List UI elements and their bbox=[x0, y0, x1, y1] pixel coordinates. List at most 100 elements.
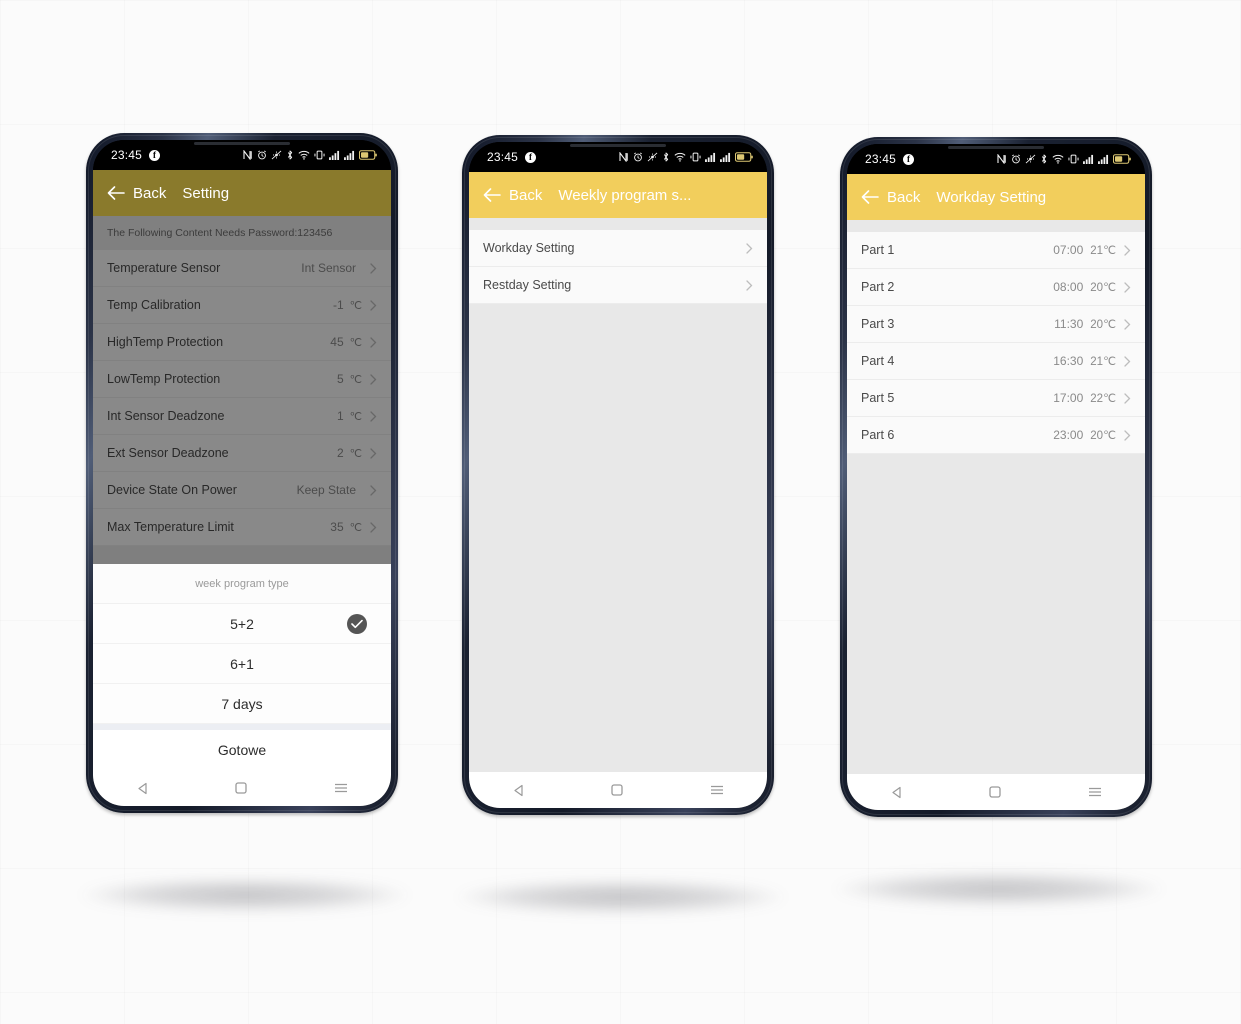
chevron-right-icon bbox=[1124, 429, 1131, 441]
phone-device-workday-setting: 23:45 f Back Workday Setting Part 1 07:0… bbox=[840, 137, 1152, 817]
bluetooth-icon bbox=[286, 150, 294, 160]
table-row[interactable]: Part 5 17:00 22℃ bbox=[847, 380, 1145, 417]
phone-shadow-2 bbox=[456, 880, 786, 914]
signal-2-icon bbox=[344, 150, 355, 160]
alarm-icon bbox=[1011, 154, 1021, 164]
sheet-option-label: 5+2 bbox=[230, 615, 254, 632]
chevron-right-icon bbox=[1124, 355, 1131, 367]
nav-home-icon[interactable] bbox=[989, 786, 1002, 798]
alarm-icon bbox=[257, 150, 267, 160]
week-program-type-sheet: week program type 5+2 6+1 7 days Gotowe bbox=[93, 564, 391, 770]
row-label: Part 3 bbox=[861, 317, 895, 331]
table-row[interactable]: Part 1 07:00 21℃ bbox=[847, 232, 1145, 269]
phone-screen-weekly-program: 23:45 f Back Weekly program s... Workday… bbox=[469, 142, 767, 808]
row-time: 17:00 bbox=[1053, 391, 1084, 405]
row-label: Part 6 bbox=[861, 428, 895, 442]
status-clock: 23:45 bbox=[865, 152, 897, 166]
nav-back-icon[interactable] bbox=[136, 782, 149, 795]
row-label: Workday Setting bbox=[483, 241, 575, 255]
signal-1-icon bbox=[329, 150, 340, 160]
facebook-icon: f bbox=[903, 153, 915, 165]
row-label: Part 1 bbox=[861, 243, 895, 257]
row-label: Part 5 bbox=[861, 391, 895, 405]
nfc-icon bbox=[997, 154, 1007, 164]
list-item[interactable]: Workday Setting bbox=[469, 230, 767, 267]
table-row[interactable]: Part 3 11:30 20℃ bbox=[847, 306, 1145, 343]
nav-home-icon[interactable] bbox=[611, 784, 624, 796]
wifi-icon bbox=[298, 150, 310, 160]
nav-back-icon[interactable] bbox=[512, 784, 525, 797]
app-header-settings: Back Setting bbox=[93, 170, 391, 216]
app-header-weekly-program: Back Weekly program s... bbox=[469, 172, 767, 218]
chevron-right-icon bbox=[1124, 392, 1131, 404]
battery-icon bbox=[1113, 154, 1131, 164]
row-time: 08:00 bbox=[1053, 280, 1084, 294]
back-button[interactable]: Back bbox=[483, 187, 542, 204]
workday-parts-list: Part 1 07:00 21℃ Part 2 08:00 20℃ Part 3… bbox=[847, 232, 1145, 454]
row-time: 11:30 bbox=[1054, 317, 1084, 331]
back-button[interactable]: Back bbox=[861, 189, 920, 206]
back-button[interactable]: Back bbox=[107, 185, 166, 202]
status-clock: 23:45 bbox=[487, 150, 519, 164]
signal-1-icon bbox=[1083, 154, 1094, 164]
nav-home-icon[interactable] bbox=[235, 782, 248, 794]
facebook-icon: f bbox=[525, 151, 537, 163]
nfc-icon bbox=[243, 150, 253, 160]
row-label: Restday Setting bbox=[483, 278, 572, 292]
sheet-option-5plus2[interactable]: 5+2 bbox=[93, 604, 391, 644]
chevron-right-icon bbox=[746, 242, 753, 254]
nav-recents-icon[interactable] bbox=[334, 782, 348, 794]
battery-icon bbox=[359, 150, 377, 160]
sheet-option-label: 7 days bbox=[221, 695, 263, 712]
phone-screen-workday-setting: 23:45 f Back Workday Setting Part 1 07:0… bbox=[847, 144, 1145, 810]
nav-recents-icon[interactable] bbox=[710, 784, 724, 796]
page-title: Setting bbox=[182, 184, 230, 202]
row-label: Part 2 bbox=[861, 280, 895, 294]
row-temp: 20℃ bbox=[1090, 430, 1116, 442]
signal-2-icon bbox=[1098, 154, 1109, 164]
arrow-left-icon bbox=[107, 186, 125, 200]
sheet-option-7days[interactable]: 7 days bbox=[93, 684, 391, 724]
table-row[interactable]: Part 4 16:30 21℃ bbox=[847, 343, 1145, 380]
workday-setting-body: Part 1 07:00 21℃ Part 2 08:00 20℃ Part 3… bbox=[847, 220, 1145, 774]
back-label: Back bbox=[133, 184, 167, 202]
system-nav-bar bbox=[93, 770, 391, 806]
sheet-option-label: 6+1 bbox=[230, 655, 254, 672]
arrow-left-icon bbox=[483, 188, 501, 202]
bluetooth-icon bbox=[1040, 154, 1048, 164]
app-header-workday-setting: Back Workday Setting bbox=[847, 174, 1145, 220]
vibrate-icon bbox=[314, 150, 325, 160]
row-time: 23:00 bbox=[1053, 428, 1084, 442]
done-button[interactable]: Gotowe bbox=[93, 730, 391, 770]
battery-icon bbox=[735, 152, 753, 162]
row-temp: 20℃ bbox=[1090, 282, 1116, 294]
weekly-program-body: Workday Setting Restday Setting bbox=[469, 218, 767, 772]
nav-recents-icon[interactable] bbox=[1088, 786, 1102, 798]
bluetooth-icon bbox=[662, 152, 670, 162]
system-nav-bar bbox=[847, 774, 1145, 810]
back-label: Back bbox=[509, 186, 543, 204]
list-item[interactable]: Restday Setting bbox=[469, 267, 767, 304]
chevron-right-icon bbox=[1124, 318, 1131, 330]
row-temp: 22℃ bbox=[1090, 393, 1116, 405]
list-top-gap bbox=[469, 218, 767, 230]
wifi-icon bbox=[1052, 154, 1064, 164]
location-off-icon bbox=[271, 150, 282, 160]
facebook-icon: f bbox=[149, 149, 161, 161]
chevron-right-icon bbox=[1124, 244, 1131, 256]
row-time: 16:30 bbox=[1053, 354, 1084, 368]
sheet-option-6plus1[interactable]: 6+1 bbox=[93, 644, 391, 684]
table-row[interactable]: Part 6 23:00 20℃ bbox=[847, 417, 1145, 454]
speaker-slit-icon bbox=[570, 144, 666, 147]
nav-back-icon[interactable] bbox=[890, 786, 903, 799]
location-off-icon bbox=[647, 152, 658, 162]
sheet-title: week program type bbox=[93, 564, 391, 604]
phone-device-weekly-program: 23:45 f Back Weekly program s... Workday… bbox=[462, 135, 774, 815]
row-temp: 21℃ bbox=[1090, 245, 1116, 257]
phone-screen-settings: 23:45 f Back Setting The Following Conte… bbox=[93, 140, 391, 806]
table-row[interactable]: Part 2 08:00 20℃ bbox=[847, 269, 1145, 306]
status-clock: 23:45 bbox=[111, 148, 143, 162]
nfc-icon bbox=[619, 152, 629, 162]
alarm-icon bbox=[633, 152, 643, 162]
location-off-icon bbox=[1025, 154, 1036, 164]
